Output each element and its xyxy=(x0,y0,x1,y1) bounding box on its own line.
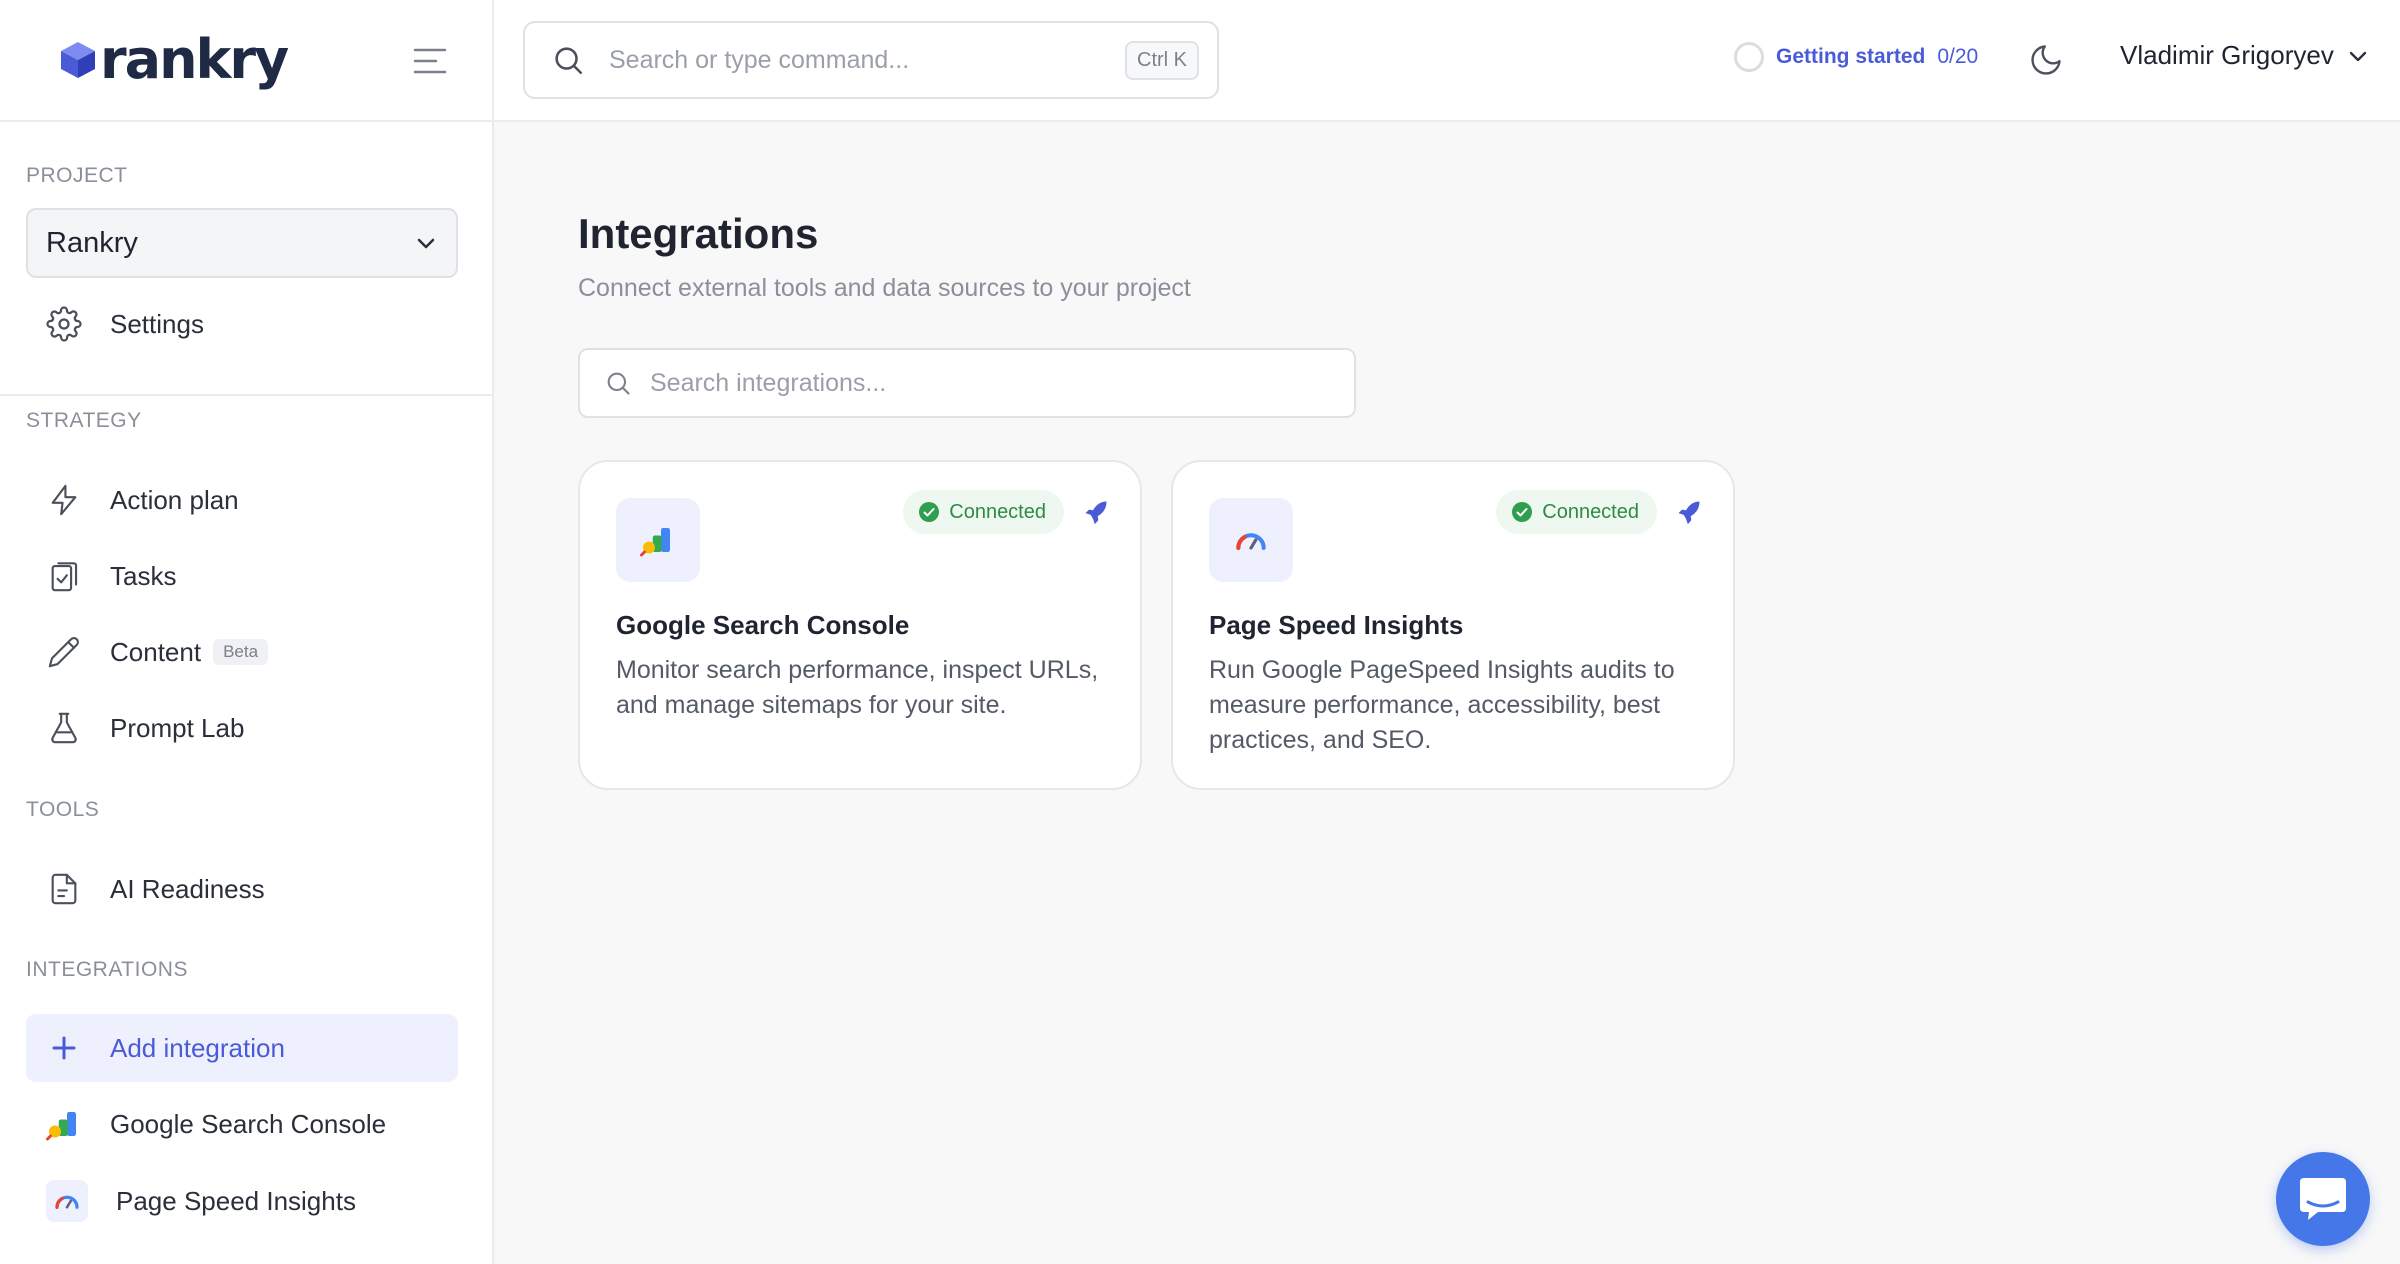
lightning-icon xyxy=(46,482,82,518)
rocket-icon[interactable] xyxy=(1675,498,1703,526)
rocket-icon[interactable] xyxy=(1082,498,1110,526)
section-label-project: PROJECT xyxy=(26,164,128,187)
sidebar-item-label: Content xyxy=(110,636,202,667)
top-bar: Search or type command... Ctrl K Getting… xyxy=(494,0,2400,122)
sidebar-item-label: Page Speed Insights xyxy=(116,1185,356,1216)
status-badge: Connected xyxy=(903,490,1064,534)
chevron-down-icon xyxy=(417,238,435,249)
section-label-strategy: STRATEGY xyxy=(26,409,142,432)
check-circle-icon xyxy=(919,502,940,522)
sidebar-item-google-search-console[interactable]: Google Search Console xyxy=(26,1090,458,1158)
chevron-down-icon xyxy=(2349,51,2366,61)
status-badge: Connected xyxy=(1496,490,1657,534)
integrations-search-placeholder: Search integrations... xyxy=(650,368,887,397)
logo-cube-icon xyxy=(61,42,95,78)
search-console-icon xyxy=(46,1106,82,1142)
document-icon xyxy=(46,871,82,907)
card-title: Page Speed Insights xyxy=(1209,610,1464,640)
page-subtitle: Connect external tools and data sources … xyxy=(578,274,1191,302)
section-label-tools: TOOLS xyxy=(26,798,100,821)
integration-card-page-speed-insights[interactable]: Connected Page Speed Insights Run Google… xyxy=(1171,460,1735,790)
sidebar-item-label: Settings xyxy=(110,308,204,339)
flask-icon xyxy=(46,710,82,746)
getting-started-button[interactable]: Getting started 0/20 xyxy=(1734,42,1978,72)
command-search-placeholder: Search or type command... xyxy=(609,45,910,74)
search-console-icon xyxy=(616,498,700,582)
sidebar-item-ai-readiness[interactable]: AI Readiness xyxy=(26,855,458,923)
sidebar-item-add-integration[interactable]: Add integration xyxy=(26,1014,458,1082)
pencil-icon xyxy=(46,634,82,670)
speedometer-icon xyxy=(1209,498,1293,582)
user-name: Vladimir Grigoryev xyxy=(2120,40,2334,70)
sidebar-item-page-speed-insights[interactable]: Page Speed Insights xyxy=(26,1167,458,1235)
brand-name: rankry xyxy=(100,28,289,91)
speedometer-icon xyxy=(46,1180,88,1222)
menu-toggle-icon[interactable] xyxy=(412,44,448,78)
sidebar-item-content[interactable]: Content Beta xyxy=(26,618,458,686)
page-title: Integrations xyxy=(578,210,819,257)
project-select[interactable]: Rankry xyxy=(26,208,458,278)
sidebar-item-label: Google Search Console xyxy=(110,1108,387,1139)
check-circle-icon xyxy=(1512,502,1533,522)
command-search-input[interactable]: Search or type command... Ctrl K xyxy=(523,21,1219,99)
chat-bubble-icon xyxy=(2300,1178,2346,1220)
gear-icon xyxy=(46,306,82,342)
section-label-integrations: INTEGRATIONS xyxy=(26,958,188,981)
sidebar-item-prompt-lab[interactable]: Prompt Lab xyxy=(26,694,458,762)
sidebar-item-label: Tasks xyxy=(110,560,177,591)
sidebar: rankry PROJECT Rankry Settings STRATEGY xyxy=(0,0,494,1264)
plus-icon xyxy=(46,1030,82,1066)
user-menu[interactable]: Vladimir Grigoryev xyxy=(2120,40,2370,71)
search-icon xyxy=(555,47,583,75)
shortcut-hint: Ctrl K xyxy=(1125,40,1199,80)
chat-button[interactable] xyxy=(2276,1152,2370,1246)
sidebar-item-label: Add integration xyxy=(110,1032,285,1063)
sidebar-item-settings[interactable]: Settings xyxy=(26,290,458,358)
dark-mode-toggle-icon[interactable] xyxy=(2028,42,2064,78)
sidebar-item-tasks[interactable]: Tasks xyxy=(26,542,458,610)
card-description: Run Google PageSpeed Insights audits to … xyxy=(1209,656,1675,754)
sidebar-item-label: Prompt Lab xyxy=(110,712,245,743)
brand-logo[interactable]: rankry xyxy=(58,28,289,92)
beta-badge: Beta xyxy=(213,639,269,665)
card-description: Monitor search performance, inspect URLs… xyxy=(616,656,1099,719)
status-badge-label: Connected xyxy=(1542,500,1639,523)
integration-card-google-search-console[interactable]: Connected Google Search Console Monitor … xyxy=(578,460,1142,790)
logo-row: rankry xyxy=(0,0,492,122)
progress-ring-icon xyxy=(1734,42,1764,72)
project-select-value: Rankry xyxy=(46,226,138,259)
integrations-search-input[interactable]: Search integrations... xyxy=(578,348,1356,418)
sidebar-item-action-plan[interactable]: Action plan xyxy=(26,466,458,534)
search-icon xyxy=(607,372,630,395)
card-title: Google Search Console xyxy=(616,610,910,640)
getting-started-count: 0/20 xyxy=(1937,45,1979,68)
clipboard-check-icon xyxy=(46,558,82,594)
sidebar-item-label: AI Readiness xyxy=(110,873,265,904)
divider xyxy=(0,394,494,396)
getting-started-label: Getting started xyxy=(1776,45,1926,68)
status-badge-label: Connected xyxy=(949,500,1046,523)
sidebar-item-label: Action plan xyxy=(110,484,239,515)
